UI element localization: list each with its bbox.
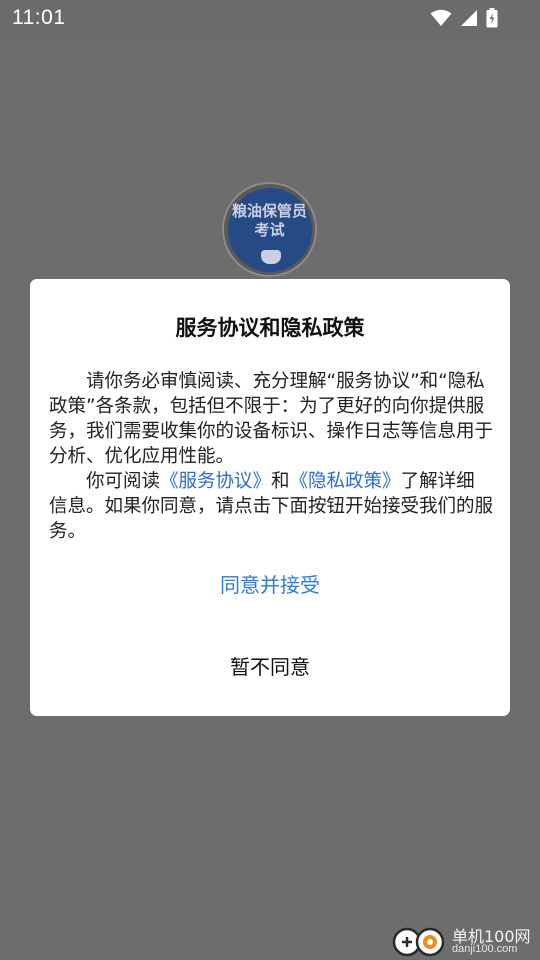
app-logo-text-line1: 粮油保管员 [231, 201, 307, 220]
wifi-icon [430, 9, 452, 27]
status-time: 11:01 [12, 6, 66, 29]
service-agreement-link[interactable]: 《服务协议》 [160, 471, 271, 492]
status-icons [430, 8, 498, 28]
screen: 11:01 粮油保管员 考试 服务协议和隐私政策 请你务必审慎阅读、充分理解“服… [0, 0, 540, 960]
agree-button[interactable]: 同意并接受 [30, 569, 510, 598]
watermark-url: danji100.com [452, 943, 518, 955]
app-logo-text: 粮油保管员 考试 [228, 202, 312, 240]
app-logo-badge-icon [260, 249, 281, 264]
battery-charging-icon [486, 8, 498, 28]
app-logo-text-line2: 考试 [254, 220, 285, 239]
paragraph-2-and: 和 [271, 471, 290, 492]
app-logo: 粮油保管员 考试 [222, 182, 317, 277]
privacy-policy-link[interactable]: 《隐私政策》 [290, 471, 401, 492]
app-logo-circle: 粮油保管员 考试 [227, 187, 312, 272]
watermark: 单机100网 danji100.com [390, 920, 540, 960]
watermark-logo-icon [392, 924, 450, 958]
disagree-button[interactable]: 暂不同意 [30, 651, 510, 680]
paragraph-2-prefix: 你可阅读 [86, 471, 161, 492]
status-bar: 11:01 [0, 0, 540, 36]
privacy-dialog: 服务协议和隐私政策 请你务必审慎阅读、充分理解“服务协议”和“隐私政策”各条款，… [30, 279, 510, 716]
dialog-body: 请你务必审慎阅读、充分理解“服务协议”和“隐私政策”各条款，包括但不限于：为了更… [49, 369, 493, 544]
dialog-title: 服务协议和隐私政策 [175, 316, 365, 340]
signal-icon [460, 9, 478, 27]
dialog-paragraph-2: 你可阅读《服务协议》和《隐私政策》了解详细信息。如果你同意，请点击下面按钮开始接… [49, 469, 493, 544]
dialog-paragraph-1: 请你务必审慎阅读、充分理解“服务协议”和“隐私政策”各条款，包括但不限于：为了更… [49, 371, 494, 467]
